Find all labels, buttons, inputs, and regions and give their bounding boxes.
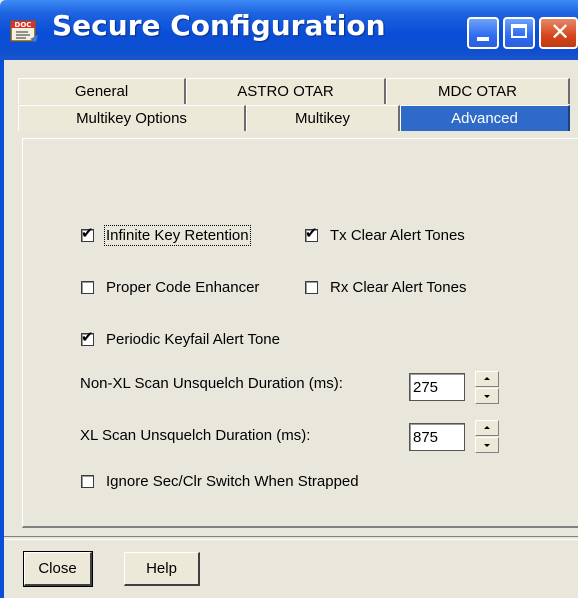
window-frame-left <box>0 60 4 598</box>
rx-clear-alert-tones-option[interactable]: Rx Clear Alert Tones <box>305 279 466 296</box>
xl-scan-duration-spinner <box>475 420 499 454</box>
non-xl-scan-duration-spinner <box>475 371 499 405</box>
tab-astro-otar[interactable]: ASTRO OTAR <box>186 78 386 104</box>
arrow-up-icon <box>484 426 490 429</box>
checkmark-icon: ✔ <box>81 225 94 242</box>
maximize-button[interactable] <box>503 17 535 49</box>
ignore-sec-clr-switch-checkbox[interactable] <box>81 475 94 488</box>
tx-clear-alert-tones-option[interactable]: ✔ Tx Clear Alert Tones <box>305 225 465 244</box>
window-title: Secure Configuration <box>52 9 386 42</box>
doc-app-icon: DOC <box>10 20 38 42</box>
checkmark-icon: ✔ <box>305 225 318 242</box>
tab-control: General ASTRO OTAR MDC OTAR Multikey Opt… <box>18 78 578 136</box>
title-bar[interactable]: DOC Secure Configuration ✕ <box>0 0 578 60</box>
periodic-keyfail-alert-tone-option[interactable]: ✔ Periodic Keyfail Alert Tone <box>81 329 280 348</box>
non-xl-scan-duration-label: Non-XL Scan Unsquelch Duration (ms): <box>80 375 343 392</box>
non-xl-scan-duration-input[interactable] <box>409 373 465 401</box>
secure-configuration-window: DOC Secure Configuration ✕ General ASTRO… <box>0 0 578 598</box>
infinite-key-retention-label: Infinite Key Retention <box>104 225 251 246</box>
periodic-keyfail-alert-tone-label: Periodic Keyfail Alert Tone <box>106 331 280 348</box>
non-xl-spin-up-button[interactable] <box>475 371 499 387</box>
doc-icon-text: DOC <box>15 21 32 29</box>
tab-mdc-otar[interactable]: MDC OTAR <box>386 78 570 104</box>
ignore-sec-clr-switch-label: Ignore Sec/Clr Switch When Strapped <box>106 473 359 490</box>
close-window-button[interactable]: ✕ <box>539 17 578 49</box>
tab-advanced[interactable]: Advanced <box>400 105 570 131</box>
arrow-down-icon <box>484 444 490 447</box>
close-button[interactable]: Close <box>23 551 93 587</box>
arrow-down-icon <box>484 395 490 398</box>
tab-row-front: Multikey Options Multikey Advanced <box>18 105 578 131</box>
advanced-tab-panel: ✔ Infinite Key Retention ✔ Tx Clear Aler… <box>22 138 578 528</box>
tab-multikey[interactable]: Multikey <box>246 105 400 131</box>
tx-clear-alert-tones-checkbox[interactable]: ✔ <box>305 225 318 242</box>
xl-scan-duration-label: XL Scan Unsquelch Duration (ms): <box>80 427 311 444</box>
arrow-up-icon <box>484 377 490 380</box>
tx-clear-alert-tones-label: Tx Clear Alert Tones <box>330 227 465 244</box>
tab-multikey-options[interactable]: Multikey Options <box>18 105 246 131</box>
tab-row-back: General ASTRO OTAR MDC OTAR <box>18 78 578 104</box>
minimize-icon <box>477 37 489 41</box>
xl-spin-down-button[interactable] <box>475 437 499 453</box>
proper-code-enhancer-checkbox[interactable] <box>81 281 94 294</box>
rx-clear-alert-tones-label: Rx Clear Alert Tones <box>330 279 467 296</box>
infinite-key-retention-option[interactable]: ✔ Infinite Key Retention <box>81 225 251 246</box>
help-button[interactable]: Help <box>124 552 200 586</box>
xl-spin-up-button[interactable] <box>475 420 499 436</box>
tab-general[interactable]: General <box>18 78 186 104</box>
proper-code-enhancer-label: Proper Code Enhancer <box>106 279 260 296</box>
maximize-icon <box>511 24 527 38</box>
button-bar-separator <box>4 536 578 540</box>
rx-clear-alert-tones-checkbox[interactable] <box>305 281 318 294</box>
periodic-keyfail-alert-tone-checkbox[interactable]: ✔ <box>81 329 94 346</box>
checkmark-icon: ✔ <box>81 329 94 346</box>
infinite-key-retention-checkbox[interactable]: ✔ <box>81 225 94 242</box>
minimize-button[interactable] <box>467 17 499 49</box>
proper-code-enhancer-option[interactable]: Proper Code Enhancer <box>81 279 259 296</box>
non-xl-spin-down-button[interactable] <box>475 388 499 404</box>
xl-scan-duration-input[interactable] <box>409 423 465 451</box>
close-icon: ✕ <box>550 19 571 46</box>
ignore-sec-clr-switch-option[interactable]: Ignore Sec/Clr Switch When Strapped <box>81 473 359 490</box>
